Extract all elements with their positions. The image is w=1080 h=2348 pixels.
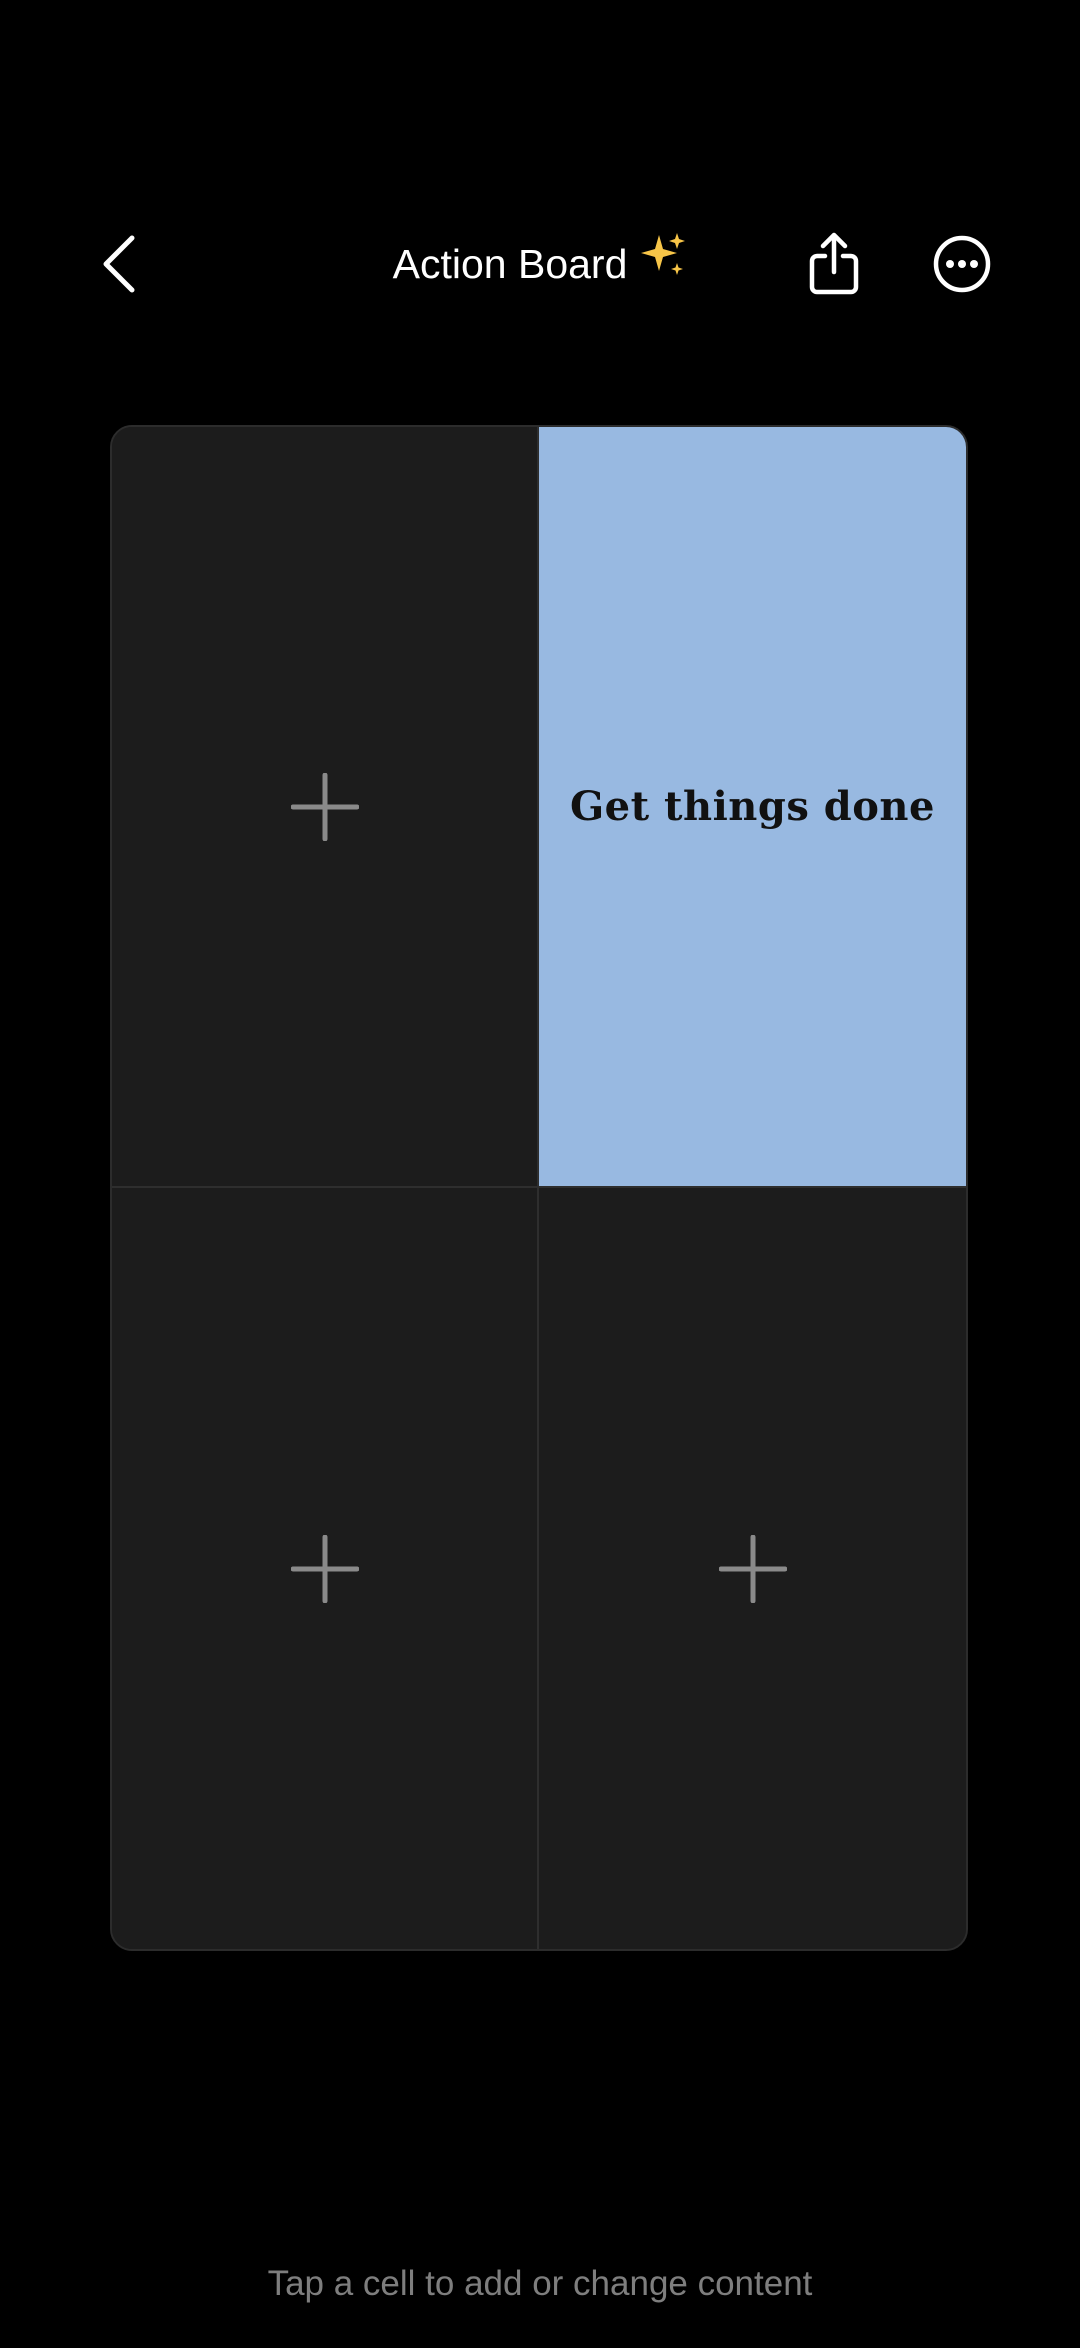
plus-icon bbox=[718, 1534, 787, 1603]
board-cell-text: Get things done bbox=[570, 783, 935, 830]
board-cell-3[interactable] bbox=[112, 1188, 539, 1949]
share-icon bbox=[809, 232, 859, 295]
board-cell-2[interactable]: Get things done bbox=[539, 427, 966, 1188]
more-options-button[interactable] bbox=[922, 224, 1002, 304]
footer-hint: Tap a cell to add or change content bbox=[267, 2264, 813, 2303]
share-button[interactable] bbox=[794, 224, 874, 304]
page-title-text: Action Board bbox=[392, 241, 628, 287]
top-bar: Action Board bbox=[0, 200, 1080, 328]
more-horizontal-circle-icon bbox=[933, 235, 991, 293]
board-cell-1[interactable] bbox=[112, 427, 539, 1188]
plus-icon bbox=[290, 772, 359, 841]
action-board-grid: Get things done bbox=[110, 425, 968, 1951]
sparkles-icon bbox=[639, 231, 687, 295]
chevron-left-icon bbox=[103, 235, 135, 293]
page-title: Action Board bbox=[280, 231, 800, 295]
board-cell-4[interactable] bbox=[539, 1188, 966, 1949]
back-button[interactable] bbox=[80, 224, 160, 304]
plus-icon bbox=[290, 1534, 359, 1603]
